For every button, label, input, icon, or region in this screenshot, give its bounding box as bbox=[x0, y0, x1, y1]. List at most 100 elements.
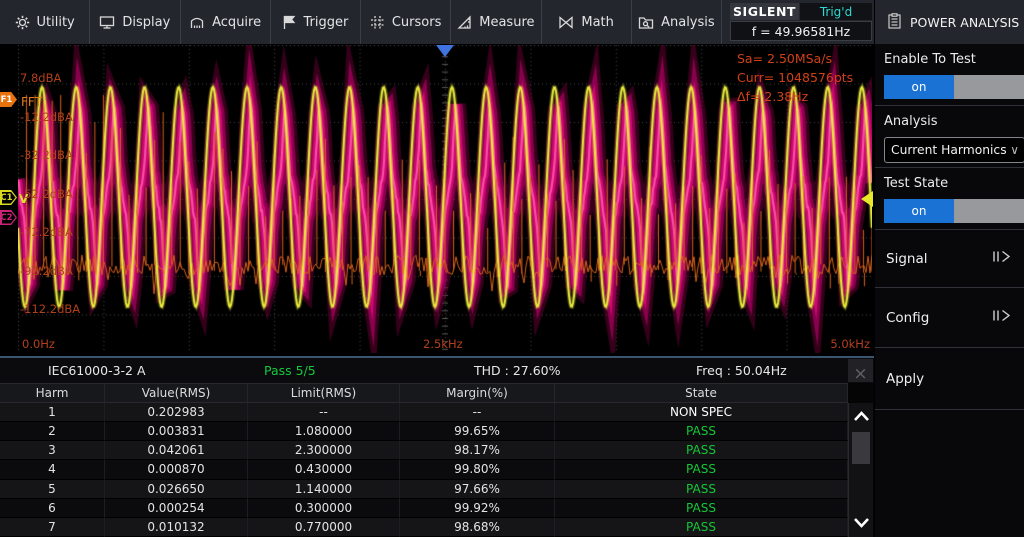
menu-item-label: Display bbox=[122, 15, 170, 30]
menu-item-acquire[interactable]: Acquire bbox=[181, 0, 271, 44]
logo-cluster: SIGLENT Trig'd f = 49.96581Hz bbox=[730, 3, 872, 41]
sample-rate: Sa= 2.50MSa/s bbox=[737, 49, 853, 68]
power-analysis-panel: Enable To Test on Analysis Current Harmo… bbox=[874, 44, 1024, 537]
delta-f: Δf= 2.38Hz bbox=[737, 87, 853, 106]
chevron-up-icon bbox=[853, 407, 870, 426]
table-body: 10.202983----NON SPEC20.0038311.08000099… bbox=[0, 403, 848, 537]
menu-item-cursors[interactable]: Cursors bbox=[361, 0, 451, 44]
channel-badge-f1[interactable]: F1 bbox=[0, 92, 17, 107]
toggle-on-state: on bbox=[884, 199, 954, 223]
table-cell: 1.080000 bbox=[248, 422, 400, 441]
table-row[interactable]: 10.202983----NON SPEC bbox=[0, 403, 848, 422]
toggle-off-state bbox=[954, 75, 1024, 99]
menu-item-display[interactable]: Display bbox=[90, 0, 180, 44]
table-row[interactable]: 20.0038311.08000099.65%PASS bbox=[0, 422, 848, 441]
column-header: Harm bbox=[0, 384, 105, 402]
trigger-level-marker[interactable] bbox=[861, 191, 873, 207]
menu-item-label: Analysis bbox=[661, 15, 715, 30]
toggle-off-state bbox=[954, 199, 1024, 223]
table-row[interactable]: 50.0266501.14000097.66%PASS bbox=[0, 480, 848, 499]
db-axis-label: -12.2dBA bbox=[20, 110, 73, 124]
trigger-flag-icon bbox=[282, 15, 296, 30]
column-header: Value(RMS) bbox=[105, 384, 248, 402]
table-row[interactable]: 60.0002540.30000099.92%PASS bbox=[0, 499, 848, 518]
analysis-icon bbox=[638, 15, 654, 30]
test-state-section: Test State on bbox=[875, 168, 1024, 230]
points-count: Curr= 1048576pts bbox=[737, 68, 853, 87]
table-cell: 0.202983 bbox=[105, 403, 248, 422]
expand-icon bbox=[991, 249, 1012, 268]
acquisition-info: Sa= 2.50MSa/s Curr= 1048576pts Δf= 2.38H… bbox=[737, 49, 853, 106]
clipboard-icon bbox=[888, 13, 901, 32]
harmonics-results-table: IEC61000-3-2 A Pass 5/5 THD : 27.60% Fre… bbox=[0, 358, 874, 537]
trigger-position-marker[interactable] bbox=[436, 45, 454, 57]
table-cell: 1 bbox=[0, 403, 105, 422]
table-cell: 99.80% bbox=[400, 460, 555, 479]
menu-items: Utility Display AcquireTriggerCursors Measu… bbox=[0, 0, 722, 44]
table-cell: -- bbox=[248, 403, 400, 422]
thd-readout: THD : 27.60% bbox=[474, 363, 560, 378]
enable-to-test-label: Enable To Test bbox=[884, 52, 1015, 67]
db-axis-label: -112.2dBA bbox=[20, 302, 80, 316]
menu-item-analysis[interactable]: Analysis bbox=[632, 0, 722, 44]
enable-to-test-toggle[interactable]: on bbox=[884, 75, 1024, 99]
badge-label: C2 bbox=[0, 210, 17, 225]
state-cell: PASS bbox=[555, 441, 848, 460]
table-row[interactable]: 30.0420612.30000098.17%PASS bbox=[0, 441, 848, 460]
button-label: Apply bbox=[886, 371, 924, 387]
column-header: Limit(RMS) bbox=[248, 384, 400, 402]
panel-empty-area bbox=[875, 410, 1024, 537]
table-cell: 1.140000 bbox=[248, 480, 400, 499]
table-cell: 3 bbox=[0, 441, 105, 460]
display-icon bbox=[99, 15, 115, 30]
waveform-display: FFT V F1C1C2 7.8dBA-12.2dBA-32.2dBA-52.2… bbox=[0, 44, 874, 356]
channel-badge-c2[interactable]: C2 bbox=[0, 210, 17, 225]
apply-button[interactable]: Apply bbox=[875, 348, 1024, 410]
channel-badge-c1[interactable]: C1 bbox=[0, 190, 17, 205]
gear-icon bbox=[15, 15, 30, 30]
menu-item-trigger[interactable]: Trigger bbox=[271, 0, 361, 44]
test-state-label: Test State bbox=[884, 176, 1015, 191]
db-axis-label: -72.2dBA bbox=[20, 225, 73, 239]
test-state-toggle[interactable]: on bbox=[884, 199, 1024, 223]
menu-item-label: Utility bbox=[37, 15, 75, 30]
scrollbar-up-button[interactable] bbox=[849, 403, 874, 430]
table-cell: 0.010132 bbox=[105, 518, 248, 537]
analysis-label: Analysis bbox=[884, 114, 1015, 129]
state-cell: PASS bbox=[555, 480, 848, 499]
signal-button[interactable]: Signal bbox=[875, 230, 1024, 288]
table-cell: -- bbox=[400, 403, 555, 422]
freq-axis-label: 5.0kHz bbox=[830, 337, 870, 351]
table-scrollbar[interactable] bbox=[848, 403, 873, 537]
brand-logo: SIGLENT bbox=[730, 3, 799, 20]
config-button[interactable]: Config bbox=[875, 288, 1024, 348]
state-cell: PASS bbox=[555, 422, 848, 441]
db-axis-label: -32.2dBA bbox=[20, 148, 73, 162]
table-cell: 0.003831 bbox=[105, 422, 248, 441]
table-cell: 0.042061 bbox=[105, 441, 248, 460]
table-row[interactable]: 40.0008700.43000099.80%PASS bbox=[0, 460, 848, 479]
button-label: Signal bbox=[886, 251, 927, 267]
table-title-row: IEC61000-3-2 A Pass 5/5 THD : 27.60% Fre… bbox=[0, 358, 874, 383]
scrollbar-thumb[interactable] bbox=[852, 432, 870, 464]
table-cell: 98.17% bbox=[400, 441, 555, 460]
fft-trace-label: FFT bbox=[21, 95, 42, 109]
close-table-button[interactable]: × bbox=[848, 359, 873, 382]
table-cell: 98.68% bbox=[400, 518, 555, 537]
table-cell: 5 bbox=[0, 480, 105, 499]
column-header: Margin(%) bbox=[400, 384, 555, 402]
analysis-type-select[interactable]: Current Harmonics ∨ bbox=[884, 137, 1024, 163]
menu-item-measure[interactable]: Measure bbox=[451, 0, 541, 44]
table-row[interactable]: 70.0101320.77000098.68%PASS bbox=[0, 518, 848, 537]
measure-icon bbox=[457, 15, 472, 30]
scrollbar-down-button[interactable] bbox=[849, 509, 874, 537]
menu-item-utility[interactable]: Utility bbox=[0, 0, 90, 44]
menu-item-label: Measure bbox=[479, 15, 534, 30]
panel-title: POWER ANALYSIS bbox=[910, 15, 1019, 30]
menu-item-math[interactable]: Math bbox=[542, 0, 632, 44]
table-cell: 6 bbox=[0, 499, 105, 518]
badge-label: F1 bbox=[0, 92, 17, 107]
table-cell: 0.300000 bbox=[248, 499, 400, 518]
cursors-icon bbox=[370, 15, 385, 30]
column-header: State bbox=[555, 384, 848, 402]
